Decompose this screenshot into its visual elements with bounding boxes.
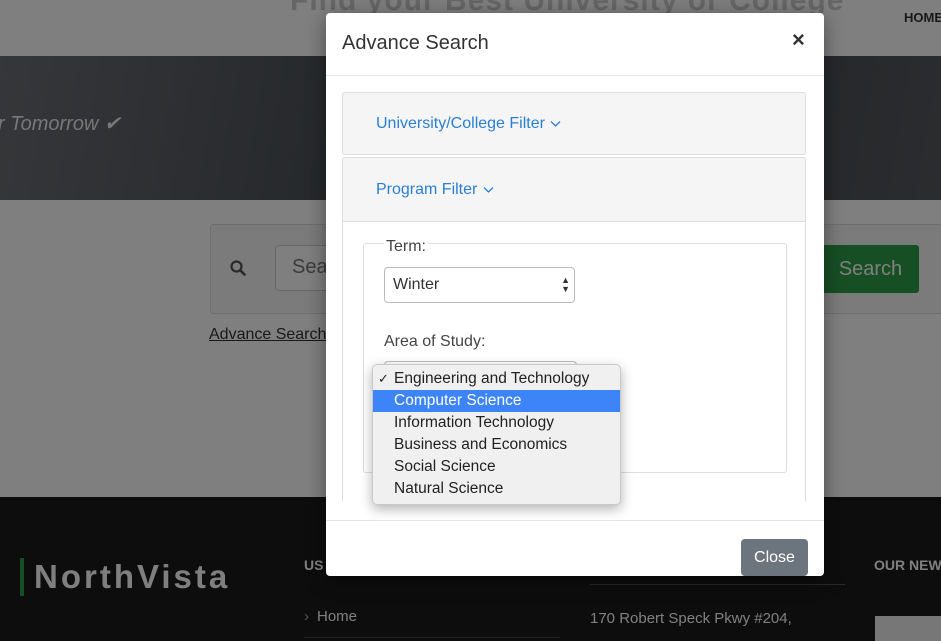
university-filter-toggle[interactable]: University/College Filter [376, 115, 561, 133]
program-filter-label: Program Filter [376, 181, 478, 198]
modal-header: Advance Search × [326, 13, 824, 76]
dropdown-option-label: Natural Science [394, 480, 504, 497]
term-select-value: Winter [393, 276, 440, 293]
dropdown-option[interactable]: Natural Science [373, 478, 620, 500]
area-of-study-label: Area of Study: [384, 333, 486, 350]
dropdown-option[interactable]: Business and Economics [373, 434, 620, 456]
chevron-down-icon [483, 186, 494, 193]
checkmark-icon: ✓ [378, 371, 389, 386]
chevron-down-icon [550, 120, 561, 127]
university-filter-panel: University/College Filter [342, 92, 806, 155]
university-filter-label: University/College Filter [376, 115, 545, 132]
dropdown-option[interactable]: Information Technology [373, 412, 620, 434]
dropdown-option-label: Engineering and Technology [394, 370, 590, 387]
close-button[interactable]: Close [741, 539, 808, 576]
dropdown-option[interactable]: ✓ Engineering and Technology [373, 368, 620, 390]
modal-footer: Close [326, 520, 824, 577]
dropdown-option-label: Information Technology [394, 414, 554, 431]
dropdown-option[interactable]: Social Science [373, 456, 620, 478]
term-select[interactable]: Winter ▲ ▼ [384, 267, 575, 303]
dropdown-option-label: Social Science [394, 458, 496, 475]
modal-title: Advance Search [342, 32, 489, 54]
select-arrows-icon: ▲ ▼ [561, 275, 570, 294]
program-filter-toggle[interactable]: Program Filter [376, 181, 494, 199]
dropdown-option-label: Business and Economics [394, 436, 568, 453]
close-icon[interactable]: × [792, 27, 805, 53]
term-label: Term: [384, 238, 428, 256]
dropdown-option[interactable]: Computer Science [373, 390, 620, 412]
dropdown-option-label: Computer Science [394, 392, 522, 409]
area-of-study-dropdown: ✓ Engineering and Technology Computer Sci… [372, 364, 621, 505]
